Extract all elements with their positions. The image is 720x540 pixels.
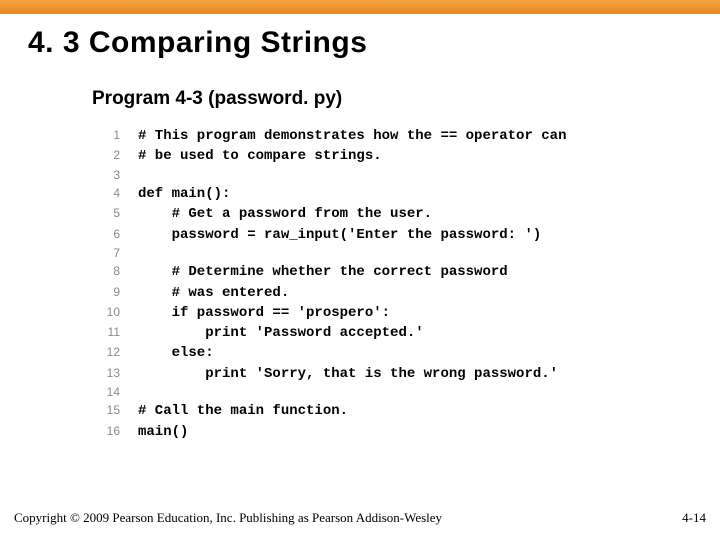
program-subtitle: Program 4-3 (password. py) [0,60,720,120]
code-text: def main(): [138,184,230,204]
accent-bar [0,0,720,14]
line-number: 13 [92,365,120,382]
code-text: else: [138,343,214,363]
line-number: 10 [92,304,120,321]
line-number: 8 [92,263,120,280]
code-text: # Determine whether the correct password [138,262,508,282]
code-line: 2 # be used to compare strings. [92,146,720,166]
line-number: 4 [92,185,120,202]
code-line: 4 def main(): [92,184,720,204]
code-text: # Call the main function. [138,401,348,421]
code-line: 9 # was entered. [92,283,720,303]
line-number: 11 [92,324,120,341]
code-line: 1 # This program demonstrates how the == … [92,126,720,146]
code-line: 15 # Call the main function. [92,401,720,421]
code-line: 8 # Determine whether the correct passwo… [92,262,720,282]
page-number: 4-14 [682,510,706,526]
code-line: 11 print 'Password accepted.' [92,323,720,343]
code-text: # Get a password from the user. [138,204,432,224]
line-number: 3 [92,167,120,184]
copyright-text: Copyright © 2009 Pearson Education, Inc.… [14,510,442,526]
line-number: 16 [92,423,120,440]
line-number: 1 [92,127,120,144]
code-line: 5 # Get a password from the user. [92,204,720,224]
line-number: 7 [92,245,120,262]
code-line: 16 main() [92,422,720,442]
footer: Copyright © 2009 Pearson Education, Inc.… [14,510,706,526]
code-line: 14 [92,384,720,401]
code-text: # was entered. [138,283,289,303]
code-listing: 1 # This program demonstrates how the == … [0,120,720,442]
code-line: 12 else: [92,343,720,363]
code-text: print 'Sorry, that is the wrong password… [138,364,558,384]
code-line: 7 [92,245,720,262]
code-text: main() [138,422,188,442]
line-number: 15 [92,402,120,419]
line-number: 5 [92,205,120,222]
code-text: password = raw_input('Enter the password… [138,225,541,245]
line-number: 2 [92,147,120,164]
line-number: 14 [92,384,120,401]
line-number: 12 [92,344,120,361]
code-line: 10 if password == 'prospero': [92,303,720,323]
page-title: 4. 3 Comparing Strings [0,14,720,60]
code-line: 6 password = raw_input('Enter the passwo… [92,225,720,245]
line-number: 6 [92,226,120,243]
code-text: print 'Password accepted.' [138,323,424,343]
code-line: 3 [92,167,720,184]
code-line: 13 print 'Sorry, that is the wrong passw… [92,364,720,384]
line-number: 9 [92,284,120,301]
code-text: if password == 'prospero': [138,303,390,323]
code-text: # be used to compare strings. [138,146,382,166]
code-text: # This program demonstrates how the == o… [138,126,566,146]
